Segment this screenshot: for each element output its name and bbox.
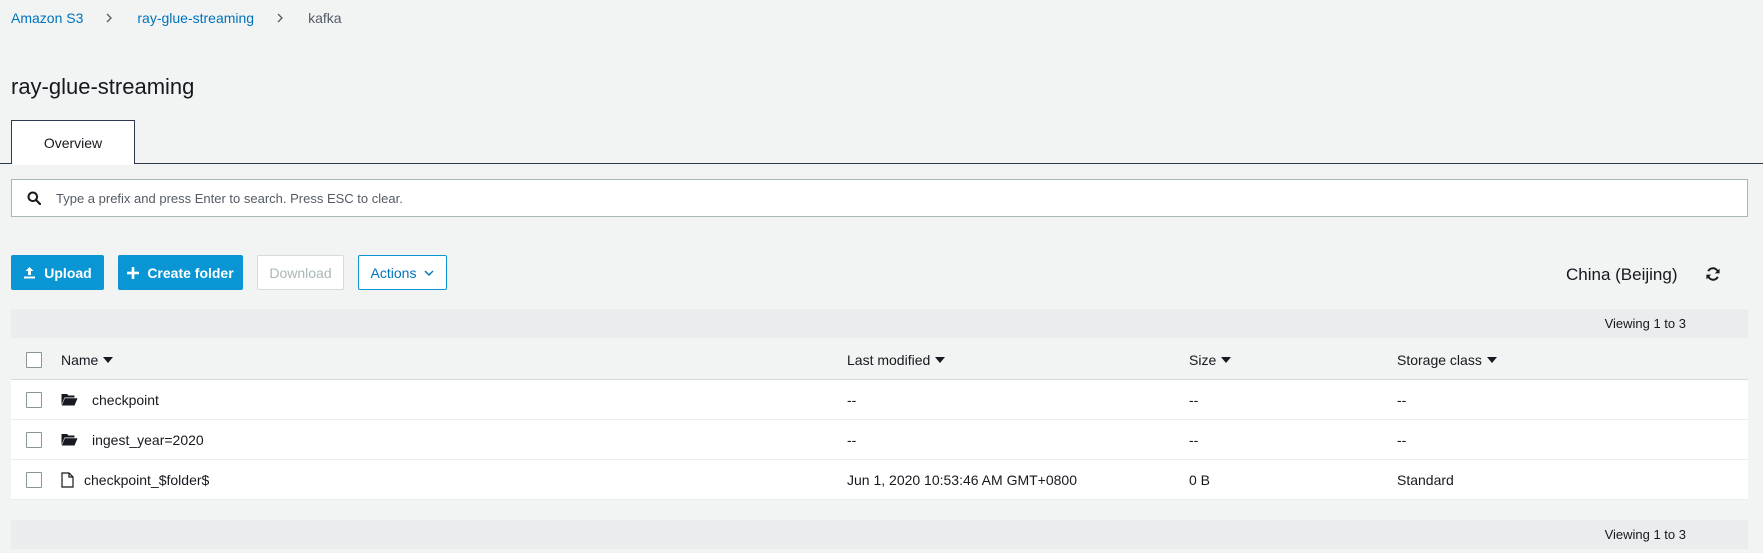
upload-button-label: Upload xyxy=(44,264,92,281)
table-header: Name Last modified Size Storage class xyxy=(11,340,1748,380)
search-icon xyxy=(12,191,56,205)
upload-button[interactable]: Upload xyxy=(11,255,104,290)
tabs-divider xyxy=(0,163,1763,164)
folder-icon xyxy=(61,393,78,406)
breadcrumb: Amazon S3 ray-glue-streaming kafka xyxy=(11,10,342,26)
breadcrumb-link-bucket[interactable]: ray-glue-streaming xyxy=(137,10,254,26)
column-header-last-modified-label: Last modified xyxy=(847,351,931,368)
download-button[interactable]: Download xyxy=(257,255,344,290)
object-name-link[interactable]: checkpoint_$folder$ xyxy=(84,472,209,488)
create-folder-button[interactable]: Create folder xyxy=(118,255,243,290)
region-label: China (Beijing) xyxy=(1566,265,1678,284)
create-folder-button-label: Create folder xyxy=(147,264,234,281)
last-modified-cell: Jun 1, 2020 10:53:46 AM GMT+0800 xyxy=(847,471,1077,488)
row-checkbox[interactable] xyxy=(26,391,42,408)
breadcrumb-separator-icon xyxy=(105,10,113,26)
actions-dropdown[interactable]: Actions xyxy=(358,255,447,290)
file-icon xyxy=(61,471,74,488)
table-row[interactable]: checkpoint_$folder$ Jun 1, 2020 10:53:46… xyxy=(11,460,1748,500)
viewing-count: Viewing 1 to 3 xyxy=(1604,527,1686,542)
column-header-size-label: Size xyxy=(1189,351,1217,368)
search-box xyxy=(11,179,1748,217)
name-cell: checkpoint xyxy=(61,392,159,408)
plus-icon xyxy=(127,266,140,279)
object-name-link[interactable]: checkpoint xyxy=(92,392,159,408)
pagination-bottom: Viewing 1 to 3 xyxy=(11,520,1748,549)
row-checkbox[interactable] xyxy=(26,431,42,448)
sort-caret-icon xyxy=(103,356,114,363)
sort-caret-icon xyxy=(935,356,946,363)
size-cell: -- xyxy=(1189,391,1199,408)
last-modified-cell: -- xyxy=(847,391,857,408)
storage-class-cell: -- xyxy=(1397,391,1407,408)
pagination-top: Viewing 1 to 3 xyxy=(11,309,1748,338)
column-header-storage-class-label: Storage class xyxy=(1397,351,1482,368)
storage-class-cell: -- xyxy=(1397,431,1407,448)
folder-icon xyxy=(61,433,78,446)
column-header-size[interactable]: Size xyxy=(1189,351,1232,368)
page-title: ray-glue-streaming xyxy=(11,74,195,99)
storage-class-cell: Standard xyxy=(1397,471,1454,488)
refresh-icon[interactable] xyxy=(1705,266,1723,284)
breadcrumb-separator-icon xyxy=(276,10,284,26)
tab-overview[interactable]: Overview xyxy=(11,120,135,165)
object-name-link[interactable]: ingest_year=2020 xyxy=(92,432,204,448)
search-input[interactable] xyxy=(56,180,1747,216)
upload-icon xyxy=(23,266,36,279)
column-header-name[interactable]: Name xyxy=(61,351,114,368)
row-checkbox[interactable] xyxy=(26,471,42,488)
column-header-name-label: Name xyxy=(61,351,99,368)
viewing-count: Viewing 1 to 3 xyxy=(1604,316,1686,331)
chevron-down-icon xyxy=(424,270,434,276)
column-header-last-modified[interactable]: Last modified xyxy=(847,351,946,368)
name-cell: checkpoint_$folder$ xyxy=(61,472,209,488)
breadcrumb-link-amazon-s3[interactable]: Amazon S3 xyxy=(11,10,83,26)
column-header-storage-class[interactable]: Storage class xyxy=(1397,352,1497,368)
breadcrumb-current: kafka xyxy=(308,10,342,26)
size-cell: -- xyxy=(1189,431,1199,448)
sort-caret-icon xyxy=(1221,356,1232,363)
last-modified-cell: -- xyxy=(847,431,857,448)
select-all-checkbox[interactable] xyxy=(26,351,42,368)
name-cell: ingest_year=2020 xyxy=(61,432,204,448)
size-cell: 0 B xyxy=(1189,471,1211,488)
table-row[interactable]: ingest_year=2020 -- -- -- xyxy=(11,420,1748,460)
actions-dropdown-label: Actions xyxy=(370,264,417,281)
table-row[interactable]: checkpoint -- -- -- xyxy=(11,380,1748,420)
sort-caret-icon xyxy=(1486,356,1497,363)
objects-table: Name Last modified Size Storage class ch… xyxy=(11,340,1748,500)
